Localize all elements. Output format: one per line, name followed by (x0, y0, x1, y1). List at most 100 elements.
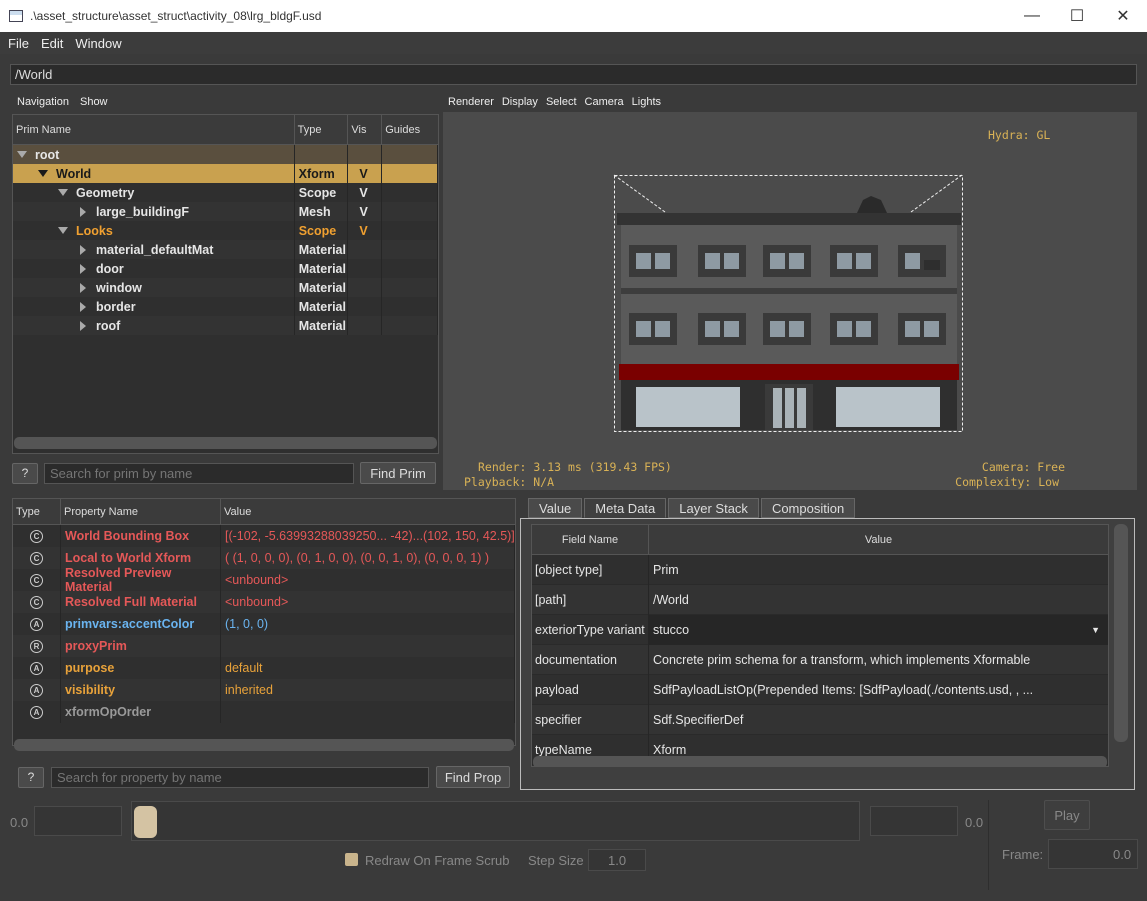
metadata-row[interactable]: [object type] Prim (532, 554, 1108, 585)
metadata-frame: Field Name Value [object type] Prim [pat… (520, 518, 1135, 790)
lights-menu[interactable]: Lights (632, 96, 661, 108)
show-menu[interactable]: Show (80, 96, 108, 108)
col-vis[interactable]: Vis (348, 115, 383, 144)
tab-composition[interactable]: Composition (760, 498, 856, 518)
minimize-button[interactable]: — (1009, 0, 1055, 32)
prim-vis[interactable] (348, 240, 383, 259)
expand-arrow-icon[interactable] (17, 151, 27, 158)
property-value: <unbound> (221, 569, 515, 591)
prim-tree: Prim Name Type Vis Guides root World Xfo… (12, 114, 439, 454)
property-value (221, 701, 515, 723)
tree-horizontal-scrollbar[interactable] (14, 437, 437, 449)
prim-search-input[interactable] (44, 462, 354, 484)
col-prop-name[interactable]: Property Name (61, 499, 221, 524)
prim-vis[interactable]: V (348, 202, 383, 221)
tab-meta-data[interactable]: Meta Data (584, 498, 667, 518)
property-row[interactable]: C Resolved Preview Material <unbound> (13, 566, 515, 594)
menu-window[interactable]: Window (71, 36, 125, 51)
expand-arrow-icon[interactable] (80, 263, 86, 274)
property-horizontal-scrollbar[interactable] (14, 739, 514, 751)
metadata-row[interactable]: payload SdfPayloadListOp(Prepended Items… (532, 674, 1108, 705)
property-row[interactable]: RproxyPrim (13, 635, 515, 657)
metadata-vertical-scrollbar[interactable] (1114, 524, 1128, 742)
tree-row[interactable]: door Material (13, 259, 438, 278)
viewport-canvas[interactable]: Hydra: GL Render: 3.13 ms (319.43 FPS) P… (443, 112, 1137, 490)
tree-row[interactable]: Looks Scope V (13, 221, 438, 240)
property-help-button[interactable]: ? (18, 766, 44, 788)
col-prop-type[interactable]: Type (13, 499, 61, 524)
prim-vis[interactable] (348, 316, 383, 335)
menu-edit[interactable]: Edit (37, 36, 67, 51)
property-row[interactable]: AxformOpOrder (13, 701, 515, 723)
frame-slider[interactable] (131, 801, 860, 841)
frame-slider-handle[interactable] (134, 806, 157, 838)
end-frame-field[interactable] (870, 806, 958, 836)
expand-arrow-icon[interactable] (58, 227, 68, 234)
property-row[interactable]: Aprimvars:accentColor (1, 0, 0) (13, 613, 515, 635)
expand-arrow-icon[interactable] (80, 301, 86, 312)
prim-guides (382, 278, 438, 297)
select-menu[interactable]: Select (546, 96, 577, 108)
maximize-button[interactable]: ☐ (1054, 0, 1100, 32)
expand-arrow-icon[interactable] (38, 170, 48, 177)
prim-type: Scope (295, 221, 349, 240)
prim-vis[interactable]: V (348, 183, 383, 202)
display-menu[interactable]: Display (502, 96, 538, 108)
col-guides[interactable]: Guides (382, 115, 438, 144)
close-button[interactable]: ✕ (1100, 0, 1146, 32)
tab-value[interactable]: Value (528, 498, 583, 518)
prim-vis[interactable] (348, 278, 383, 297)
col-type[interactable]: Type (295, 115, 349, 144)
col-meta-value[interactable]: Value (649, 525, 1108, 554)
tree-row[interactable]: window Material (13, 278, 438, 297)
tree-row-selected[interactable]: World Xform V (13, 164, 439, 183)
tree-row[interactable]: Geometry Scope V (13, 183, 438, 202)
metadata-row[interactable]: documentation Concrete prim schema for a… (532, 644, 1108, 675)
redraw-checkbox[interactable] (345, 853, 358, 866)
metadata-row[interactable]: [path] /World (532, 584, 1108, 615)
prim-vis[interactable]: V (348, 164, 383, 183)
navigation-menu[interactable]: Navigation (17, 96, 69, 108)
menu-file[interactable]: File (4, 36, 33, 51)
metadata-row[interactable]: specifier Sdf.SpecifierDef (532, 704, 1108, 735)
prim-vis[interactable] (348, 259, 383, 278)
expand-arrow-icon[interactable] (80, 282, 86, 293)
col-prim-name[interactable]: Prim Name (13, 115, 295, 144)
tree-row[interactable]: root (13, 145, 438, 164)
chevron-down-icon[interactable]: ▼ (1091, 625, 1100, 635)
play-button[interactable]: Play (1044, 800, 1090, 830)
start-frame-field[interactable] (34, 806, 122, 836)
variant-select[interactable]: stucco ▼ (649, 614, 1108, 645)
property-row[interactable]: C Resolved Full Material <unbound> (13, 591, 515, 613)
expand-arrow-icon[interactable] (58, 189, 68, 196)
prim-name: border (96, 299, 136, 314)
property-search-input[interactable] (51, 766, 429, 788)
metadata-horizontal-scrollbar[interactable] (533, 756, 1107, 766)
expand-arrow-icon[interactable] (80, 244, 86, 255)
tree-row[interactable]: border Material (13, 297, 438, 316)
prim-vis[interactable] (348, 297, 383, 316)
property-row[interactable]: Apurpose default (13, 657, 515, 679)
tree-row[interactable]: material_defaultMat Material (13, 240, 438, 259)
renderer-menu[interactable]: Renderer (448, 96, 494, 108)
prim-vis[interactable]: V (348, 221, 383, 240)
find-prop-button[interactable]: Find Prop (436, 766, 510, 788)
camera-menu[interactable]: Camera (585, 96, 624, 108)
property-row[interactable]: C World Bounding Box [(-102, -5.6399328803… (13, 525, 515, 547)
tree-row[interactable]: roof Material (13, 316, 438, 335)
prim-path-field[interactable]: /World (10, 64, 1137, 85)
expand-arrow-icon[interactable] (80, 320, 86, 331)
tab-layer-stack[interactable]: Layer Stack (668, 498, 759, 518)
property-value: ( (1, 0, 0, 0), (0, 1, 0, 0), (0, 0, 1, … (221, 547, 515, 569)
hud-playback: Playback: N/A (464, 475, 555, 489)
property-row[interactable]: Avisibility inherited (13, 679, 515, 701)
property-kind-icon: A (30, 617, 43, 631)
find-prim-button[interactable]: Find Prim (360, 462, 436, 484)
prim-help-button[interactable]: ? (12, 462, 38, 484)
tree-row[interactable]: large_buildingF Mesh V (13, 202, 438, 221)
expand-arrow-icon[interactable] (80, 206, 86, 217)
col-prop-value[interactable]: Value (221, 499, 515, 524)
prim-name: root (35, 147, 60, 162)
col-field-name[interactable]: Field Name (532, 525, 649, 554)
metadata-row[interactable]: exteriorType variant stucco ▼ (532, 614, 1108, 645)
